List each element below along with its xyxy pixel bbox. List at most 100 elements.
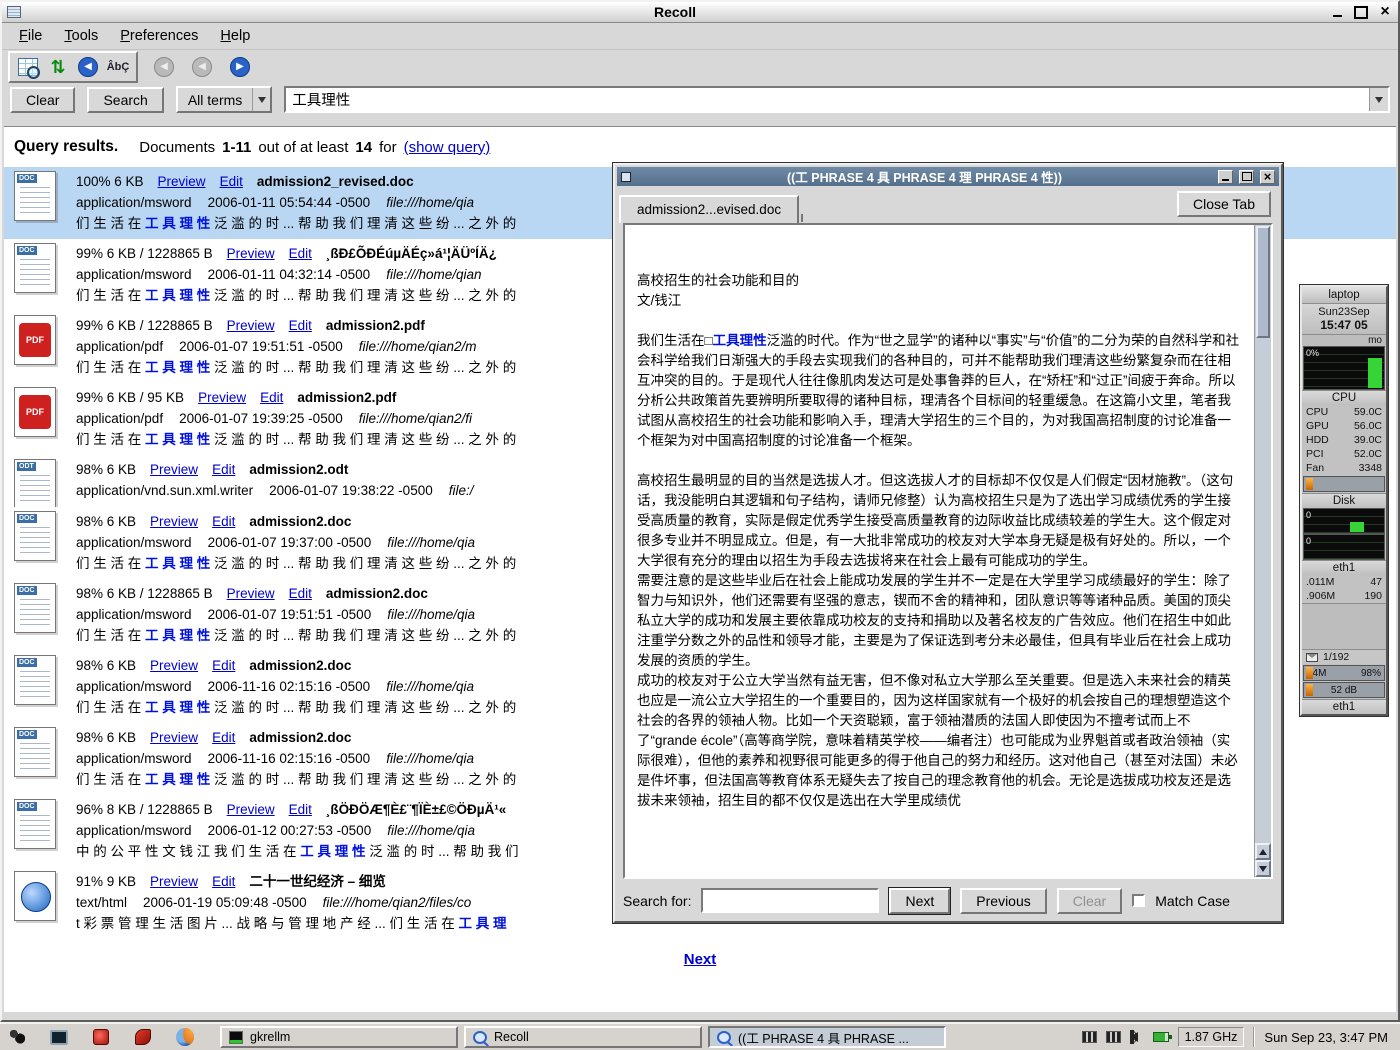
result-text: 96% 8 KB / 1228865 BPreviewEdit¸ßÖÐÖÆ¶È£… bbox=[76, 799, 519, 867]
query-history-dropdown[interactable] bbox=[1369, 88, 1388, 111]
preview-scrollbar[interactable] bbox=[1254, 225, 1271, 877]
gkrellm-window[interactable]: laptop Sun23Sep 15:47 05 mo 0% CPU CPU59… bbox=[1300, 285, 1388, 716]
launcher-browser[interactable] bbox=[174, 1026, 196, 1048]
result-score-size: 99% 6 KB / 95 KB bbox=[76, 387, 184, 408]
result-edit-link[interactable]: Edit bbox=[212, 459, 235, 480]
result-preview-link[interactable]: Preview bbox=[227, 315, 275, 336]
query-fragments-button[interactable] bbox=[16, 55, 40, 79]
menu-item-help[interactable]: Help bbox=[211, 25, 259, 47]
result-edit-link[interactable]: Edit bbox=[212, 727, 235, 748]
result-preview-link[interactable]: Preview bbox=[198, 387, 246, 408]
result-preview-link[interactable]: Preview bbox=[150, 727, 198, 748]
result-edit-link[interactable]: Edit bbox=[260, 387, 283, 408]
text-run: 泛 滥 的 时 ... 帮 助 我 们 理 清 这 些 纷 ... 之 外 的 bbox=[210, 216, 516, 231]
scrollbar-thumb[interactable] bbox=[1256, 226, 1270, 338]
preview-paragraph bbox=[637, 231, 1242, 251]
result-preview-link[interactable]: Preview bbox=[227, 799, 275, 820]
result-preview-link[interactable]: Preview bbox=[150, 511, 198, 532]
taskbar-task-recoll[interactable]: Recoll bbox=[464, 1026, 702, 1048]
launcher-editor[interactable] bbox=[132, 1026, 154, 1048]
result-edit-link[interactable]: Edit bbox=[289, 243, 312, 264]
preview-content[interactable]: 高校招生的社会功能和目的文/钱江 我们生活在□工具理性泛滥的时代。作为“世之显学… bbox=[625, 225, 1254, 877]
preview-window-icon bbox=[621, 172, 631, 182]
next-page-button[interactable]: ▶ bbox=[228, 55, 252, 79]
scroll-down-button[interactable] bbox=[1255, 860, 1271, 877]
firefox-icon bbox=[176, 1028, 194, 1046]
preview-tab[interactable]: admission2...evised.doc bbox=[619, 195, 799, 223]
result-edit-link[interactable]: Edit bbox=[289, 315, 312, 336]
result-line-1: 98% 6 KBPreviewEditadmission2.odt bbox=[76, 459, 473, 480]
search-mode-select[interactable]: All terms bbox=[176, 86, 272, 113]
search-input[interactable] bbox=[286, 88, 1369, 111]
gkrellm-footer[interactable]: eth1 bbox=[1302, 699, 1386, 714]
scroll-up-button[interactable] bbox=[1255, 843, 1271, 860]
term-explorer-button[interactable]: ÂbÇ bbox=[106, 55, 130, 79]
battery-icon[interactable] bbox=[1153, 1032, 1169, 1042]
recoll-task-icon bbox=[473, 1031, 487, 1044]
menu-item-preferences[interactable]: Preferences bbox=[111, 25, 207, 47]
recoll-titlebar[interactable]: Recoll bbox=[2, 2, 1398, 23]
result-edit-link[interactable]: Edit bbox=[220, 171, 243, 192]
result-edit-link[interactable]: Edit bbox=[212, 871, 235, 892]
find-input[interactable] bbox=[701, 888, 879, 913]
result-preview-link[interactable]: Preview bbox=[158, 171, 206, 192]
doc-lines bbox=[20, 187, 50, 215]
result-url: file:///home/qian2/fi bbox=[359, 408, 472, 429]
result-preview-link[interactable]: Preview bbox=[227, 583, 275, 604]
show-query-link[interactable]: (show query) bbox=[404, 139, 491, 156]
preview-minimize-icon[interactable] bbox=[1218, 170, 1233, 184]
next-page-link[interactable]: Next bbox=[4, 951, 1396, 968]
result-text: 99% 6 KB / 1228865 BPreviewEditadmission… bbox=[76, 315, 516, 383]
search-button[interactable]: Search bbox=[87, 87, 163, 113]
preview-maximize-icon[interactable] bbox=[1239, 170, 1254, 184]
menu-item-file[interactable]: File bbox=[10, 25, 51, 47]
text-run: 成功的校友对于公立大学当然有益无害，但不像对私立大学那么至关重要。但是选入未来社… bbox=[637, 673, 1238, 808]
result-edit-link[interactable]: Edit bbox=[289, 799, 312, 820]
result-preview-link[interactable]: Preview bbox=[150, 655, 198, 676]
result-preview-link[interactable]: Preview bbox=[150, 459, 198, 480]
gk-volume-meter[interactable]: 52 dB bbox=[1303, 682, 1385, 698]
close-icon[interactable] bbox=[1377, 5, 1393, 19]
menubar: FileToolsPreferencesHelp bbox=[2, 23, 1398, 50]
launcher-media[interactable] bbox=[90, 1026, 112, 1048]
clear-button[interactable]: Clear bbox=[10, 87, 75, 113]
minimize-icon[interactable] bbox=[1329, 5, 1345, 19]
find-previous-button[interactable]: Previous bbox=[960, 888, 1046, 914]
start-menu-button[interactable] bbox=[6, 1026, 28, 1048]
launcher-terminal[interactable] bbox=[48, 1026, 70, 1048]
close-tab-button[interactable]: Close Tab bbox=[1177, 191, 1271, 217]
taskbar-clock[interactable]: Sun Sep 23, 3:47 PM bbox=[1264, 1030, 1394, 1045]
preview-titlebar[interactable]: ((工 PHRASE 4 具 PHRASE 4 理 PHRASE 4 性)) bbox=[617, 167, 1279, 186]
maximize-icon[interactable] bbox=[1353, 5, 1369, 19]
result-preview-link[interactable]: Preview bbox=[227, 243, 275, 264]
find-clear-button[interactable]: Clear bbox=[1057, 888, 1122, 914]
prev-page-button[interactable]: ◀ bbox=[190, 55, 214, 79]
preview-close-icon[interactable] bbox=[1260, 170, 1275, 184]
erase-search-button[interactable]: ◀ bbox=[76, 55, 100, 79]
result-edit-link[interactable]: Edit bbox=[289, 583, 312, 604]
first-page-button[interactable]: ◀ bbox=[152, 55, 176, 79]
result-date: 2006-01-07 19:51:51 -0500 bbox=[208, 604, 372, 625]
menu-item-tools[interactable]: Tools bbox=[55, 25, 107, 47]
result-edit-link[interactable]: Edit bbox=[212, 511, 235, 532]
taskbar-task-gkrellm[interactable]: gkrellm bbox=[220, 1026, 458, 1048]
result-filename: admission2.doc bbox=[249, 727, 351, 748]
doc-file-icon: DOC bbox=[14, 727, 56, 777]
volume-icon[interactable] bbox=[1130, 1032, 1138, 1042]
result-edit-link[interactable]: Edit bbox=[212, 655, 235, 676]
result-preview-link[interactable]: Preview bbox=[150, 871, 198, 892]
taskbar-task-recoll[interactable]: ((工 PHRASE 4 具 PHRASE ... bbox=[708, 1026, 946, 1048]
task-label: ((工 PHRASE 4 具 PHRASE ... bbox=[738, 1028, 909, 1047]
doc-lines bbox=[20, 815, 50, 843]
find-next-button[interactable]: Next bbox=[889, 888, 950, 914]
search-for-label: Search for: bbox=[623, 893, 691, 909]
keyboard-layout-icon[interactable] bbox=[1106, 1031, 1121, 1043]
gk-mail-row[interactable]: 1/192 bbox=[1302, 649, 1386, 664]
gk-spacer bbox=[1302, 603, 1386, 649]
match-case-checkbox[interactable] bbox=[1132, 894, 1145, 907]
pager-icon[interactable] bbox=[1082, 1031, 1097, 1043]
text-run: 工 具 理 性 bbox=[145, 360, 210, 375]
sort-parameters-button[interactable]: ⇅ bbox=[46, 55, 70, 79]
preview-find-row: Search for: Next Previous Clear Match Ca… bbox=[623, 885, 1273, 916]
text-run: 泛 滥 的 时 ... 帮 助 我 们 理 清 这 些 纷 ... 之 外 的 bbox=[210, 432, 516, 447]
